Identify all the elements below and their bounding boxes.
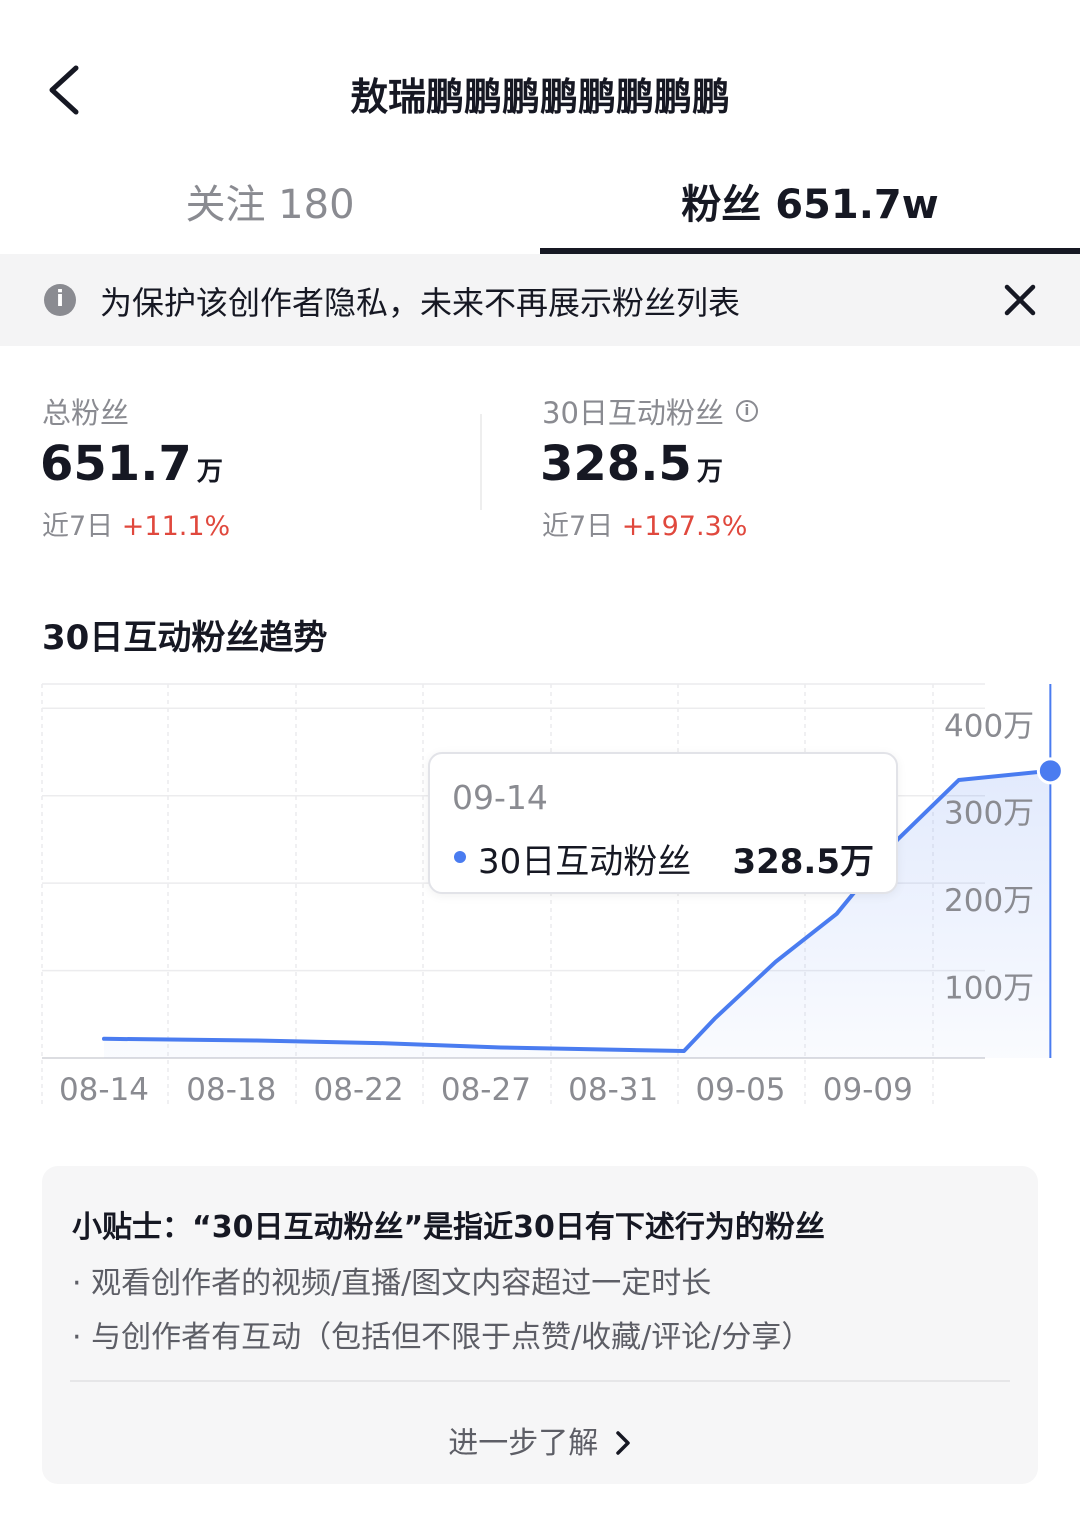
x-tick-label: 09-09 — [823, 1072, 913, 1108]
info-icon: i — [44, 284, 76, 316]
active-fans-value: 328.5 — [540, 436, 692, 492]
y-tick-label: 100万 — [944, 971, 1034, 1007]
y-tick-label: 400万 — [944, 708, 1034, 744]
close-icon — [1004, 284, 1036, 316]
total-fans-change-value: +11.1% — [121, 511, 231, 542]
total-fans-change: 近7日 +11.1% — [42, 504, 230, 543]
hover-data-point[interactable] — [1036, 757, 1064, 785]
tips-divider — [70, 1380, 1010, 1382]
active-fans-label: 30日互动粉丝 — [542, 396, 724, 430]
active-fans-period: 近7日 — [542, 511, 614, 542]
total-fans-value: 651.7 — [40, 436, 192, 492]
privacy-notice-text: 为保护该创作者隐私，未来不再展示粉丝列表 — [100, 284, 741, 322]
stats-divider — [480, 414, 482, 510]
active-fans-change-value: +197.3% — [621, 511, 748, 542]
tips-card: 小贴士：“30日互动粉丝”是指近30日有下述行为的粉丝 · 观看创作者的视频/直… — [42, 1166, 1038, 1484]
active-fans-value-group: 328.5 万 — [540, 436, 723, 492]
tips-title: 小贴士：“30日互动粉丝”是指近30日有下述行为的粉丝 — [72, 1210, 825, 1245]
active-fans-unit: 万 — [696, 457, 723, 487]
total-fans-value-group: 651.7 万 — [40, 436, 223, 492]
tooltip-value: 328.5万 — [732, 842, 874, 882]
x-tick-label: 09-05 — [695, 1072, 785, 1108]
trend-section-title: 30日互动粉丝趋势 — [42, 618, 328, 658]
learn-more-link[interactable]: 进一步了解 — [42, 1418, 1038, 1462]
x-tick-label: 08-27 — [441, 1072, 531, 1108]
trend-chart[interactable]: 08-14 08-18 08-22 08-27 08-31 09-05 09-09 100万 2… — [0, 680, 1080, 1120]
page-title: 敖瑞鹏鹏鹏鹏鹏鹏鹏鹏 — [349, 75, 730, 119]
active-fans-change: 近7日 +197.3% — [542, 504, 747, 543]
tips-item: · 与创作者有互动（包括但不限于点赞/收藏/评论/分享） — [72, 1320, 812, 1355]
close-notice-button[interactable] — [996, 276, 1044, 324]
tooltip-date: 09-14 — [452, 778, 548, 817]
y-tick-label: 300万 — [944, 796, 1034, 832]
chevron-right-icon — [616, 1431, 630, 1455]
x-tick-label: 08-31 — [568, 1072, 658, 1108]
tooltip-series-name: 30日互动粉丝 — [478, 842, 692, 882]
x-tick-label: 08-18 — [186, 1072, 276, 1108]
learn-more-label: 进一步了解 — [448, 1426, 599, 1461]
tab-fans[interactable]: 粉丝 651.7w — [540, 172, 1080, 230]
total-fans-period: 近7日 — [42, 511, 114, 542]
x-tick-label: 08-22 — [314, 1072, 404, 1108]
tooltip-series-dot — [454, 851, 466, 863]
total-fans-label: 总粉丝 — [42, 396, 130, 430]
info-circle-icon[interactable]: i — [735, 400, 758, 422]
tab-follow[interactable]: 关注 180 — [0, 172, 540, 230]
total-fans-unit: 万 — [196, 457, 223, 487]
tab-bar: 关注 180 粉丝 651.7w — [0, 150, 1080, 256]
x-tick-label: 08-14 — [59, 1072, 149, 1108]
active-fans-label-group: 30日互动粉丝 i — [542, 390, 758, 432]
y-tick-label: 200万 — [944, 883, 1034, 919]
tips-item: · 观看创作者的视频/直播/图文内容超过一定时长 — [72, 1266, 712, 1301]
chart-tooltip: 09-14 30日互动粉丝 328.5万 — [428, 752, 898, 894]
